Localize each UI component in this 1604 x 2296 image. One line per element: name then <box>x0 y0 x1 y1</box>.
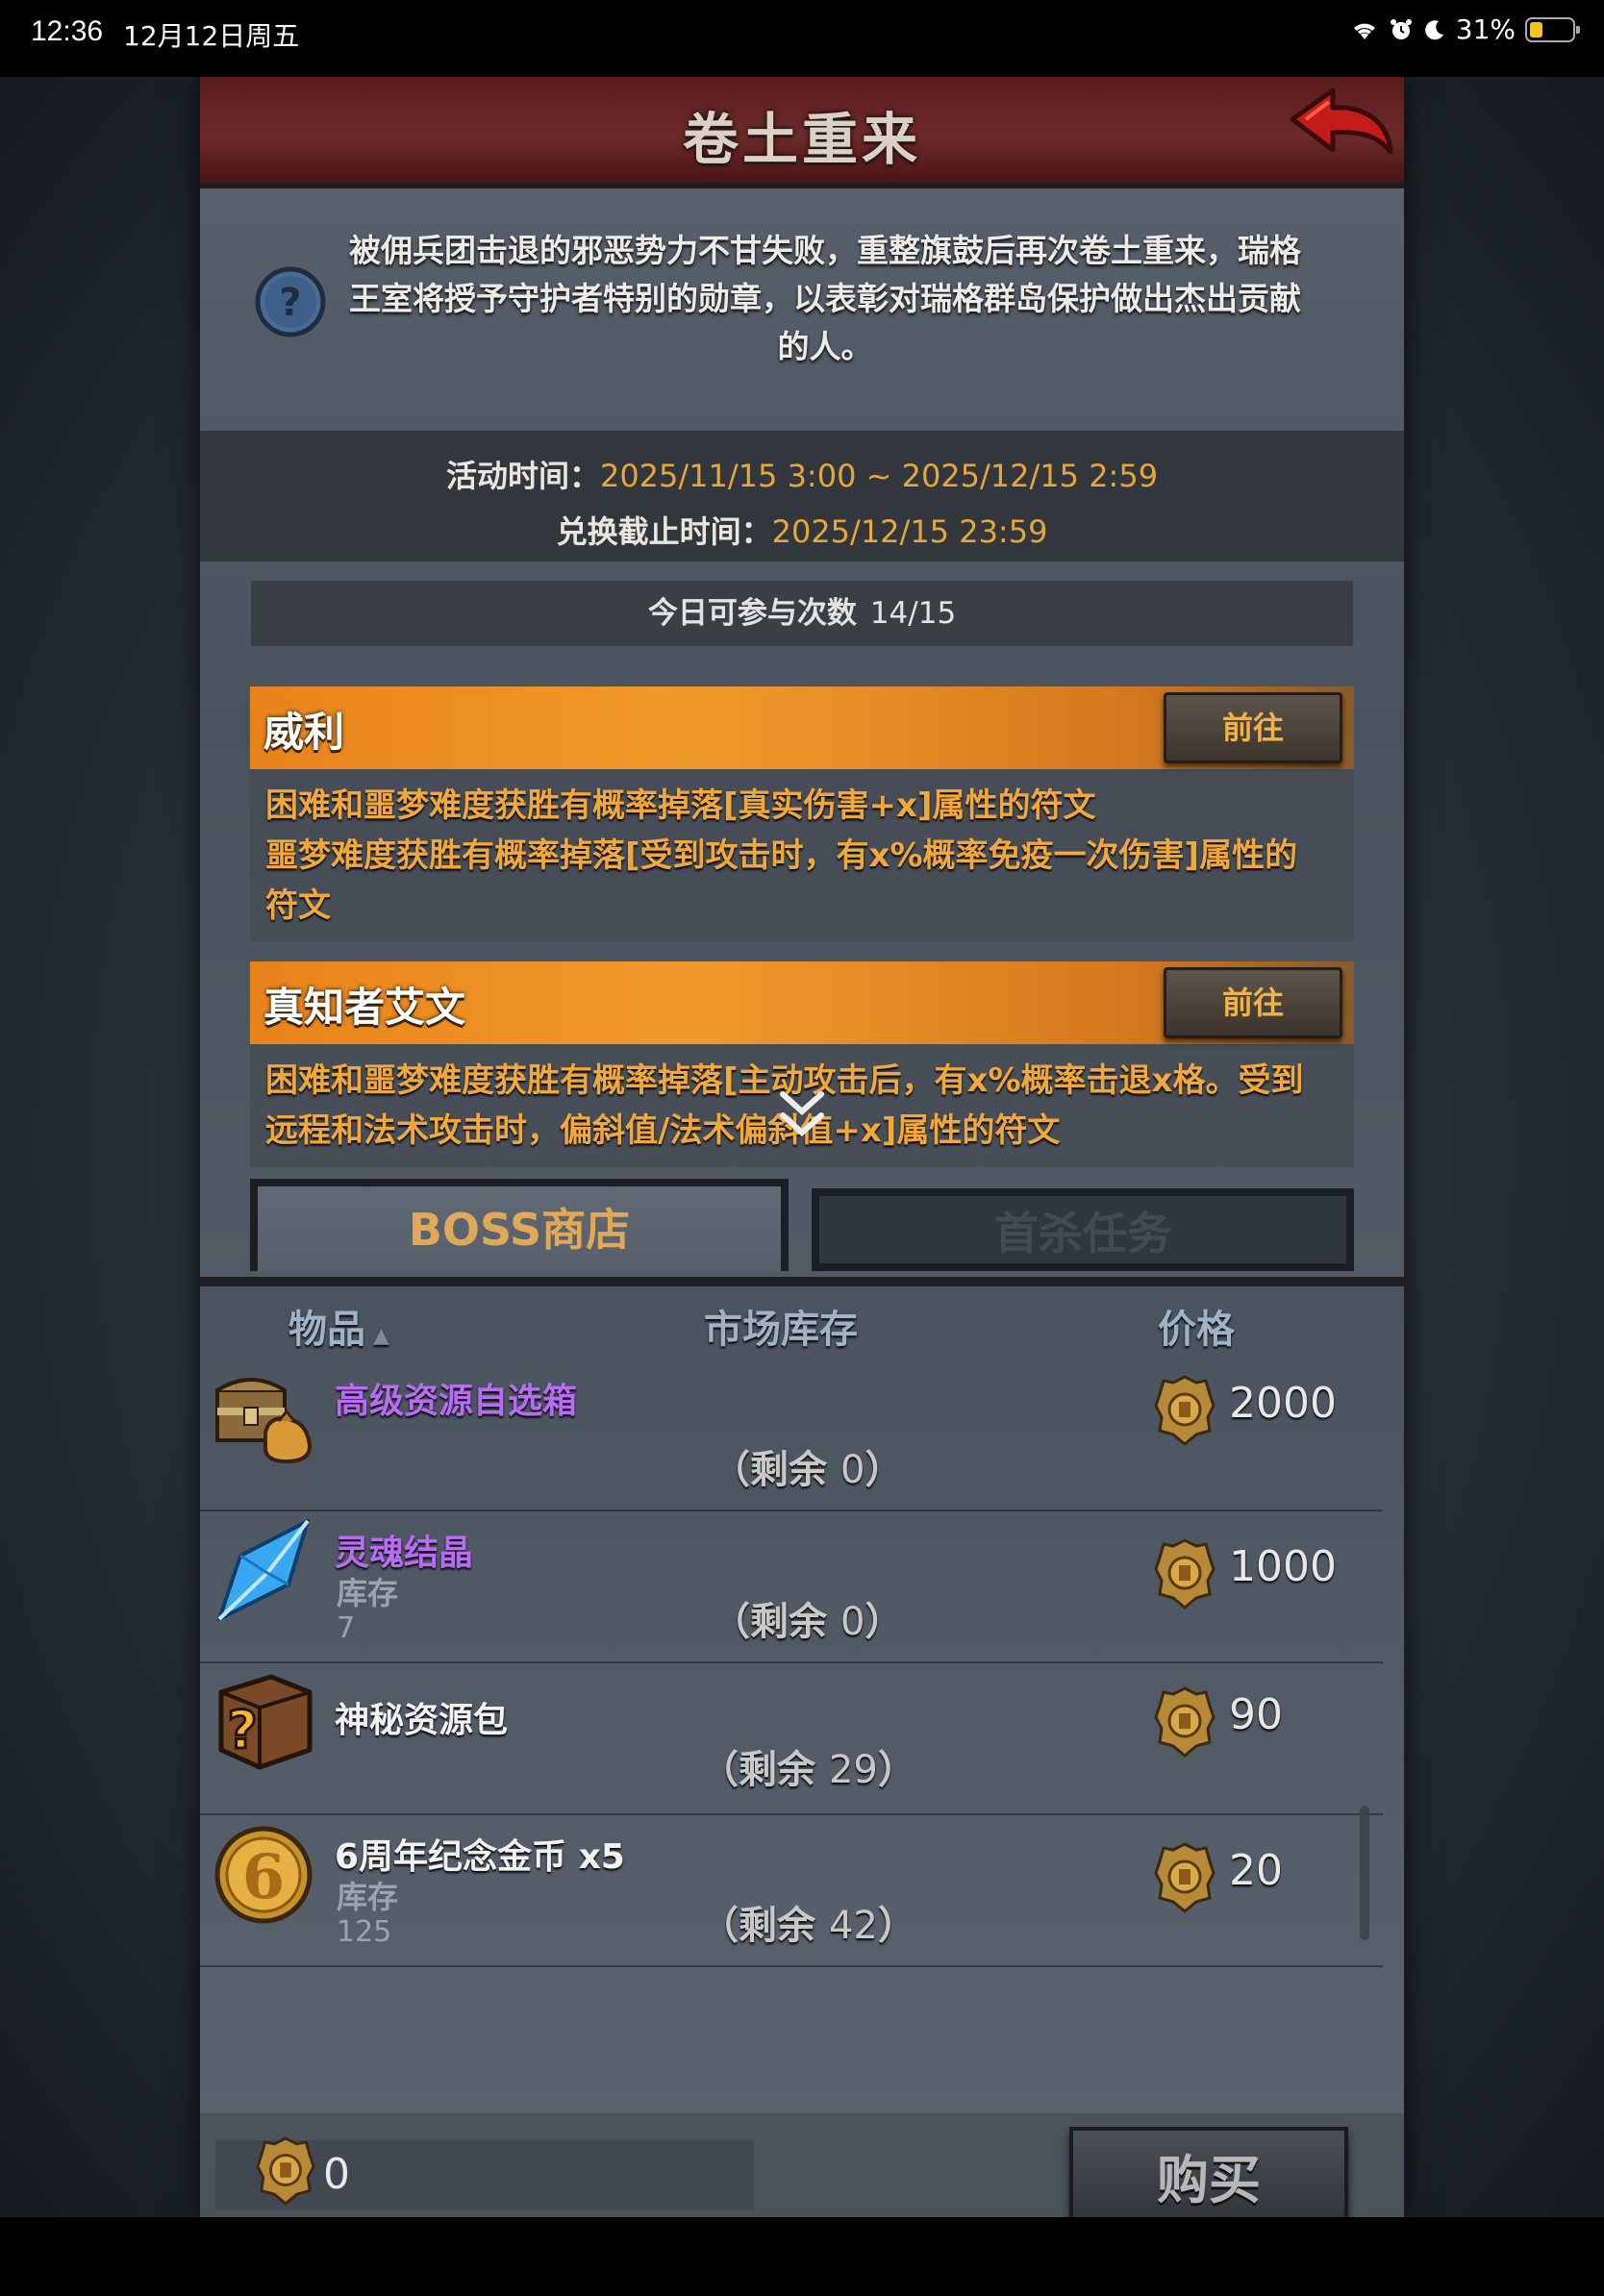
boss-card-willy: 威利 前往 困难和噩梦难度获胜有概率掉落[真实伤害+x]属性的符文 噩梦难度获胜… <box>250 686 1354 942</box>
item-name: 高级资源自选箱 <box>335 1382 578 1421</box>
exchange-deadline-label: 兑换截止时间： <box>556 513 772 550</box>
item-price: 2000 <box>1229 1379 1337 1428</box>
boss-desc-line: 困难和噩梦难度获胜有概率掉落[真实伤害+x]属性的符文 <box>265 786 1096 825</box>
daily-attempts-label: 今日可参与次数 <box>647 596 857 631</box>
goto-button[interactable]: 前往 <box>1164 692 1342 763</box>
item-stock-value: 125 <box>337 1915 392 1949</box>
shop-row[interactable]: 6 6周年纪念金币 x5 库存 125 （剩余 42） 20 <box>200 1815 1383 1967</box>
item-name: 6周年纪念金币 x5 <box>335 1837 625 1877</box>
list-scrollbar[interactable] <box>1360 1806 1369 1940</box>
item-stock-label: 库存 <box>337 1575 399 1611</box>
activity-time-row: 活动时间：2025/11/15 3:00 ~ 2025/12/15 2:59 <box>200 452 1404 496</box>
help-icon[interactable]: ? <box>254 265 327 338</box>
medal-currency-icon <box>256 2136 315 2206</box>
column-header-price[interactable]: 价格 <box>1158 1298 1235 1356</box>
item-name: 神秘资源包 <box>335 1701 509 1740</box>
event-panel: 卷土重来 ? 被佣兵团击退的邪恶势力不甘失败，重整旗鼓后再次卷土重来，瑞格王室将… <box>200 77 1404 2238</box>
shop-row[interactable]: ? 神秘资源包 （剩余 29） 90 <box>200 1663 1383 1815</box>
item-remaining: （剩余 0） <box>712 1600 904 1644</box>
wallet-balance: 0 <box>215 2136 754 2209</box>
header-bar: 卷土重来 <box>200 77 1404 188</box>
moon-icon <box>1424 19 1443 39</box>
intro-text: 被佣兵团击退的邪恶势力不甘失败，重整旗鼓后再次卷土重来，瑞格王室将授予守护者特别… <box>349 232 1301 365</box>
medal-currency-icon <box>1154 1686 1216 1758</box>
svg-text:?: ? <box>227 1700 257 1760</box>
status-date: 12月12日周五 <box>123 20 300 52</box>
exchange-deadline-value: 2025/12/15 23:59 <box>771 513 1048 550</box>
boss-desc-line: 噩梦难度获胜有概率掉落[受到攻击时，有x%概率免疫一次伤害]属性的 <box>265 836 1298 875</box>
item-remaining: （剩余 29） <box>700 1748 916 1792</box>
column-header-item[interactable]: 物品 ▲ <box>288 1298 389 1356</box>
boss-description: 困难和噩梦难度获胜有概率掉落[真实伤害+x]属性的符文 噩梦难度获胜有概率掉落[… <box>250 769 1354 942</box>
status-right: 31% <box>1350 13 1580 45</box>
alarm-icon <box>1390 18 1412 39</box>
wallet-value: 0 <box>323 2150 350 2199</box>
event-time-box: 活动时间：2025/11/15 3:00 ~ 2025/12/15 2:59 兑… <box>200 431 1404 562</box>
svg-text:?: ? <box>279 281 301 325</box>
boss-shop-list: 物品 ▲ 市场库存 价格 高级资源自选箱 （剩余 0） 2000 灵魂结晶 库存… <box>200 1286 1404 2113</box>
column-header-stock[interactable]: 市场库存 <box>704 1298 858 1356</box>
daily-attempts-value: 14/15 <box>869 596 957 631</box>
boss-desc-line: 符文 <box>265 886 331 925</box>
bottom-bezel <box>0 2217 1604 2296</box>
item-remaining: （剩余 0） <box>712 1448 904 1492</box>
medal-currency-icon <box>1154 1538 1216 1610</box>
sort-ascending-icon: ▲ <box>373 1324 389 1348</box>
item-price: 90 <box>1229 1690 1283 1739</box>
tab-bar: BOSS商店 首杀任务 <box>200 1179 1404 1288</box>
scroll-down-chevron-icon[interactable] <box>777 1086 827 1144</box>
goto-button[interactable]: 前往 <box>1164 967 1342 1038</box>
status-bar: 12:36 12月12日周五 31% <box>0 0 1604 77</box>
activity-time-label: 活动时间： <box>445 458 600 494</box>
anniversary-coin-icon: 6 <box>214 1826 313 1924</box>
boss-name: 威利 <box>263 709 345 756</box>
shop-row[interactable]: 高级资源自选箱 （剩余 0） 2000 <box>200 1360 1383 1511</box>
mystery-crate-icon: ? <box>218 1674 313 1770</box>
tab-boss-shop[interactable]: BOSS商店 <box>250 1179 789 1271</box>
activity-time-value: 2025/11/15 3:00 ~ 2025/12/15 2:59 <box>599 458 1159 494</box>
boss-card-header: 威利 前往 <box>250 686 1354 769</box>
shop-row[interactable]: 灵魂结晶 库存 7 （剩余 0） 1000 <box>200 1511 1383 1663</box>
soul-crystal-icon <box>217 1519 310 1621</box>
item-price: 20 <box>1229 1846 1283 1895</box>
item-remaining: （剩余 42） <box>700 1904 916 1948</box>
back-arrow-icon[interactable] <box>1285 83 1396 171</box>
item-name: 灵魂结晶 <box>335 1534 474 1573</box>
battery-percent: 31% <box>1455 13 1516 45</box>
intro-section: ? 被佣兵团击退的邪恶势力不甘失败，重整旗鼓后再次卷土重来，瑞格王室将授予守护者… <box>200 188 1404 429</box>
svg-text:6: 6 <box>242 1841 286 1913</box>
page-title: 卷土重来 <box>682 107 921 172</box>
boss-card-header: 真知者艾文 前往 <box>250 961 1354 1044</box>
tab-first-kill[interactable]: 首杀任务 <box>812 1188 1354 1271</box>
boss-card-seer-evan: 真知者艾文 前往 困难和噩梦难度获胜有概率掉落[主动攻击后，有x%概率击退x格。… <box>250 961 1354 1177</box>
item-price: 1000 <box>1229 1542 1337 1591</box>
boss-name: 真知者艾文 <box>263 984 466 1031</box>
exchange-deadline-row: 兑换截止时间：2025/12/15 23:59 <box>200 508 1404 552</box>
footer-bar: 0 购买 <box>200 2121 1404 2238</box>
medal-currency-icon <box>1154 1375 1216 1446</box>
treasure-chest-icon <box>215 1378 313 1464</box>
item-stock-value: 7 <box>337 1611 356 1645</box>
wifi-icon <box>1353 23 1375 39</box>
status-time: 12:36 <box>31 15 104 47</box>
item-stock-label: 库存 <box>337 1879 399 1915</box>
daily-attempts-bar: 今日可参与次数 14/15 <box>251 581 1353 646</box>
medal-currency-icon <box>1154 1842 1216 1913</box>
battery-icon <box>1525 16 1580 42</box>
